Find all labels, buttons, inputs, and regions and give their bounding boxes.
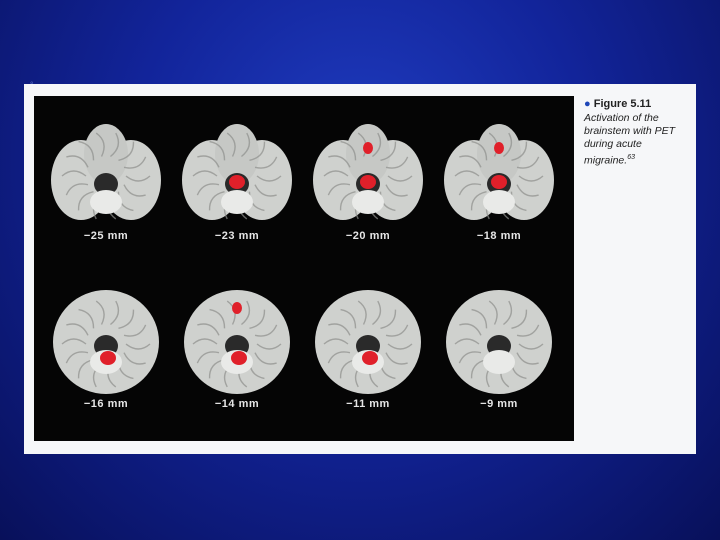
- figure-title: ● Figure 5.11: [584, 98, 694, 110]
- slice-depth-label: −20 mm: [345, 230, 391, 242]
- cerebellum: [221, 190, 253, 214]
- caption-reference: 63: [627, 154, 635, 161]
- cerebellum: [90, 190, 122, 214]
- slice-depth-label: −16 mm: [83, 398, 129, 410]
- brain-slice-image: [184, 290, 290, 394]
- brain-slice: −16 mm: [46, 286, 166, 410]
- slice-depth-label: −9 mm: [480, 398, 518, 410]
- brain-slice-image: [315, 290, 421, 394]
- brain-slice: −14 mm: [177, 286, 297, 410]
- brain-slice: −20 mm: [308, 118, 428, 242]
- bullet-icon: ●: [584, 98, 591, 110]
- activation-frontal: [494, 142, 504, 154]
- brain-slice-image: [182, 124, 292, 220]
- brain-slice: −11 mm: [308, 286, 428, 410]
- slice-depth-label: −18 mm: [476, 230, 522, 242]
- slice-depth-label: −23 mm: [214, 230, 260, 242]
- cerebellum: [483, 190, 515, 214]
- brain-slice: −9 mm: [439, 286, 559, 410]
- activation-brainstem: [100, 351, 116, 365]
- brain-slice: −18 mm: [439, 118, 559, 242]
- activation-brainstem: [231, 351, 247, 365]
- brain-slice-image: [446, 290, 552, 394]
- slice-depth-label: −14 mm: [214, 398, 260, 410]
- brain-slice-image: [51, 124, 161, 220]
- cerebellum: [483, 350, 515, 374]
- brain-slice-image: [444, 124, 554, 220]
- activation-brainstem: [362, 351, 378, 365]
- activation-brainstem: [360, 175, 376, 189]
- slice-depth-label: −25 mm: [83, 230, 129, 242]
- cerebellum: [352, 190, 384, 214]
- slice-depth-label: −11 mm: [346, 398, 390, 410]
- caption-text: Activation of the brainstem with PET dur…: [584, 112, 694, 168]
- brain-slice-image: [313, 124, 423, 220]
- activation-frontal: [363, 142, 373, 154]
- activation-brainstem: [491, 175, 507, 189]
- figure-title-text: Figure 5.11: [593, 98, 652, 110]
- brain-slice: −23 mm: [177, 118, 297, 242]
- activation-frontal: [232, 302, 242, 314]
- figure-panel: −25 mm −23 mm −20 mm −18 mm −16 mm −14 mm −11 …: [24, 84, 696, 454]
- pet-scan-grid: −25 mm −23 mm −20 mm −18 mm −16 mm −14 mm −11 …: [34, 96, 574, 441]
- activation-brainstem: [229, 175, 245, 189]
- brain-slice: −25 mm: [46, 118, 166, 242]
- figure-caption: ● Figure 5.11 Activation of the brainste…: [584, 98, 694, 168]
- brain-slice-image: [53, 290, 159, 394]
